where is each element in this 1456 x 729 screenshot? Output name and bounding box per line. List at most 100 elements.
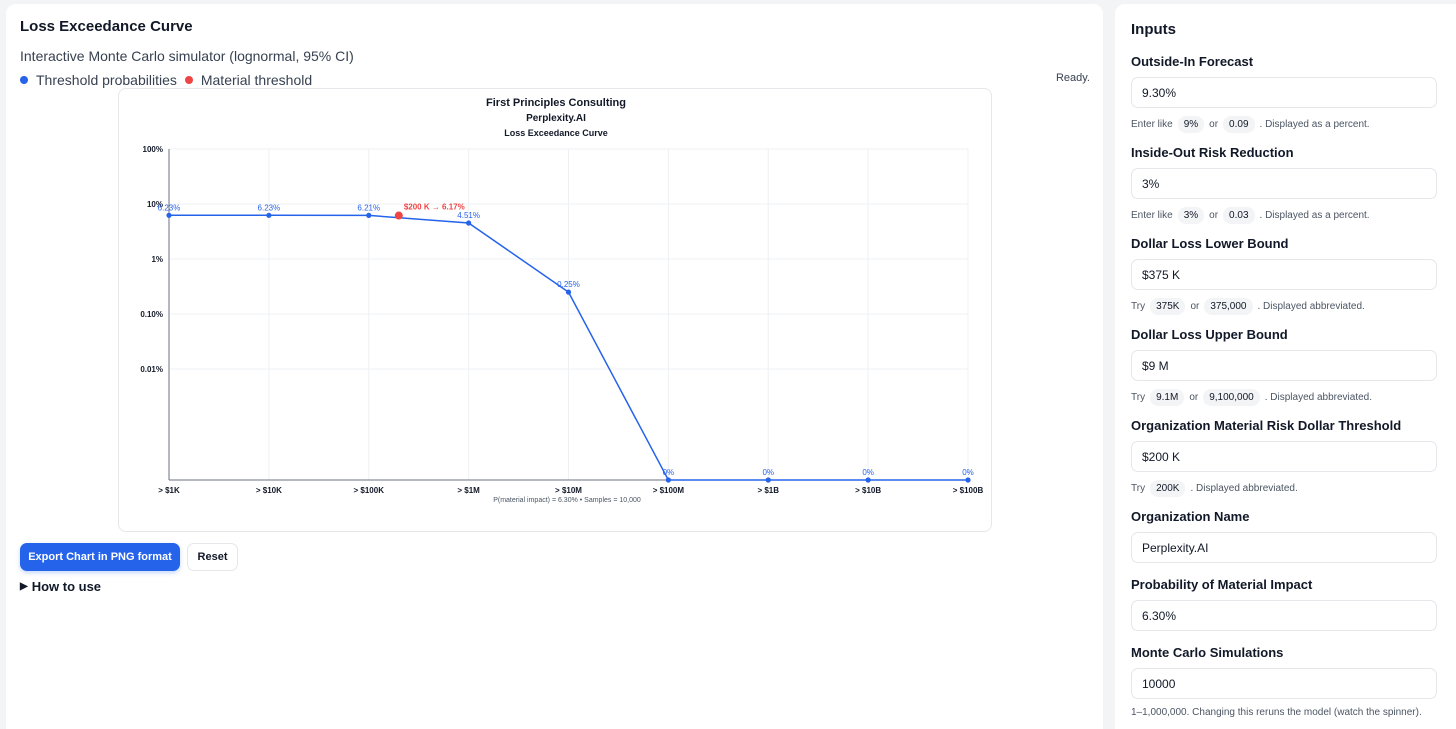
outside-in-hint: Enter like 9% or 0.09 . Displayed as a p…: [1131, 116, 1437, 133]
data-label: 6.21%: [357, 203, 380, 212]
lower-bound-field-group: Dollar Loss Lower Bound $375 K Try 375K …: [1131, 236, 1437, 315]
legend-item-threshold: Threshold probabilities: [20, 72, 177, 88]
data-label: 0%: [862, 468, 874, 477]
chart-card: First Principles Consulting Perplexity.A…: [118, 88, 992, 532]
example-chip: 0.03: [1223, 207, 1255, 224]
upper-bound-hint: Try 9.1M or 9,100,000 . Displayed abbrev…: [1131, 389, 1437, 406]
data-label: 0%: [762, 468, 774, 477]
outside-in-label: Outside-In Forecast: [1131, 54, 1254, 69]
lower-bound-input[interactable]: $375 K: [1131, 259, 1437, 290]
triangle-right-icon: ▶: [20, 581, 28, 592]
axes: > $1K > $10K > $100K > $1M > $10M > $100M > $1…: [140, 145, 983, 495]
page-title: Loss Exceedance Curve: [20, 18, 193, 35]
hint-text: . Displayed abbreviated.: [1264, 392, 1373, 403]
material-threshold-input[interactable]: $200 K: [1131, 441, 1437, 472]
material-threshold-label: $200 K → 6.17%: [404, 203, 465, 212]
example-chip: 0.09: [1223, 116, 1255, 133]
x-tick-label: > $1K: [158, 486, 180, 495]
x-tick-label: > $1B: [757, 486, 779, 495]
upper-bound-field-group: Dollar Loss Upper Bound $9 M Try 9.1M or…: [1131, 327, 1437, 406]
chart-footer: P(material impact) = 6.30% • Samples = 1…: [493, 497, 641, 504]
hint-text: . Displayed as a percent.: [1259, 119, 1370, 130]
hint-text: . Displayed abbreviated.: [1190, 483, 1298, 494]
x-tick-label: > $10B: [855, 486, 881, 495]
data-point: [466, 220, 472, 226]
page-subtitle: Interactive Monte Carlo simulator (logno…: [20, 48, 354, 64]
prob-material-label: Probability of Material Impact: [1131, 577, 1313, 592]
example-chip: 200K: [1150, 480, 1186, 497]
how-to-use-label: How to use: [31, 579, 102, 594]
hint-text: or: [1209, 119, 1219, 130]
x-tick-label: > $10K: [256, 486, 282, 495]
x-tick-label: > $1M: [457, 486, 480, 495]
data-point: [965, 477, 971, 483]
data-point: [765, 477, 771, 483]
legend-item-material: Material threshold: [184, 72, 313, 88]
hint-text: or: [1189, 392, 1199, 403]
x-tick-label: > $100B: [953, 486, 984, 495]
data-label: 6.23%: [258, 203, 281, 212]
data-label: 0%: [663, 468, 675, 477]
reset-button[interactable]: Reset: [187, 543, 238, 571]
material-threshold-hint: Try 200K . Displayed abbreviated.: [1131, 480, 1437, 497]
hint-text: . Displayed as a percent.: [1259, 210, 1370, 221]
example-chip: 9.1M: [1150, 389, 1185, 406]
prob-material-input[interactable]: 6.30%: [1131, 600, 1437, 631]
org-name-field-group: Organization Name Perplexity.AI: [1131, 509, 1437, 563]
example-chip: 3%: [1177, 207, 1205, 224]
material-threshold-field-group: Organization Material Risk Dollar Thresh…: [1131, 418, 1437, 497]
data-label: 6.23%: [158, 203, 181, 212]
material-threshold-point: [394, 211, 403, 220]
hint-text: Enter like: [1131, 119, 1173, 130]
how-to-use-toggle[interactable]: ▶ How to use: [20, 579, 101, 594]
series: 6.23% 6.23% 6.21% 4.51% 0.25% 0% 0% 0% 0% $200 K …: [158, 203, 974, 483]
org-name-input[interactable]: Perplexity.AI: [1131, 532, 1437, 563]
x-tick-label: > $100M: [653, 486, 685, 495]
example-chip: 9,100,000: [1203, 389, 1260, 406]
inside-out-hint: Enter like 3% or 0.03 . Displayed as a p…: [1131, 207, 1437, 224]
outside-in-input[interactable]: 9.30%: [1131, 77, 1437, 108]
hint-text: or: [1209, 210, 1219, 221]
outside-in-field-group: Outside-In Forecast 9.30% Enter like 9% …: [1131, 54, 1437, 133]
data-point: [565, 289, 572, 295]
legend-label-material: Material threshold: [200, 72, 313, 88]
loss-exceedance-chart: First Principles Consulting Perplexity.A…: [140, 97, 983, 504]
data-point: [166, 212, 172, 218]
data-point: [266, 212, 272, 218]
blue-dot-icon: [20, 76, 28, 84]
simulations-label: Monte Carlo Simulations: [1131, 645, 1284, 660]
inputs-panel: Inputs Outside-In Forecast 9.30% Enter l…: [1115, 4, 1456, 729]
org-name-label: Organization Name: [1131, 509, 1250, 524]
chart-subtitle-2: Loss Exceedance Curve: [504, 128, 608, 138]
main-panel: Loss Exceedance Curve Interactive Monte …: [6, 4, 1103, 729]
lower-bound-label: Dollar Loss Lower Bound: [1131, 236, 1289, 251]
data-point: [865, 477, 871, 483]
simulations-field-group: Monte Carlo Simulations 10000 1–1,000,00…: [1131, 645, 1437, 718]
simulations-input[interactable]: 10000: [1131, 668, 1437, 699]
lower-bound-hint: Try 375K or 375,000 . Displayed abbrevia…: [1131, 298, 1437, 315]
legend-label-threshold: Threshold probabilities: [36, 72, 177, 88]
data-point: [366, 212, 372, 218]
example-chip: 375,000: [1204, 298, 1253, 315]
chart-subtitle: Perplexity.AI: [526, 113, 586, 124]
hint-text: . Displayed abbreviated.: [1257, 301, 1365, 312]
hint-text: Enter like: [1131, 210, 1173, 221]
export-png-button[interactable]: Export Chart in PNG format: [20, 543, 180, 571]
y-tick-label: 0.10%: [140, 310, 163, 319]
chart-title: First Principles Consulting: [486, 97, 626, 109]
data-label: 4.51%: [457, 211, 480, 220]
inside-out-field-group: Inside-Out Risk Reduction 3% Enter like …: [1131, 145, 1437, 224]
prob-material-field-group: Probability of Material Impact 6.30%: [1131, 577, 1437, 631]
data-point: [665, 477, 671, 483]
inside-out-input[interactable]: 3%: [1131, 168, 1437, 199]
hint-text: Try: [1131, 483, 1146, 494]
y-tick-label: 0.01%: [140, 365, 163, 374]
inputs-title: Inputs: [1131, 21, 1176, 38]
hint-text: Try: [1131, 301, 1146, 312]
upper-bound-input[interactable]: $9 M: [1131, 350, 1437, 381]
example-chip: 375K: [1150, 298, 1186, 315]
x-tick-label: > $10M: [555, 486, 582, 495]
y-tick-label: 1%: [151, 255, 163, 264]
red-dot-icon: [184, 76, 193, 84]
grid: [168, 148, 969, 480]
